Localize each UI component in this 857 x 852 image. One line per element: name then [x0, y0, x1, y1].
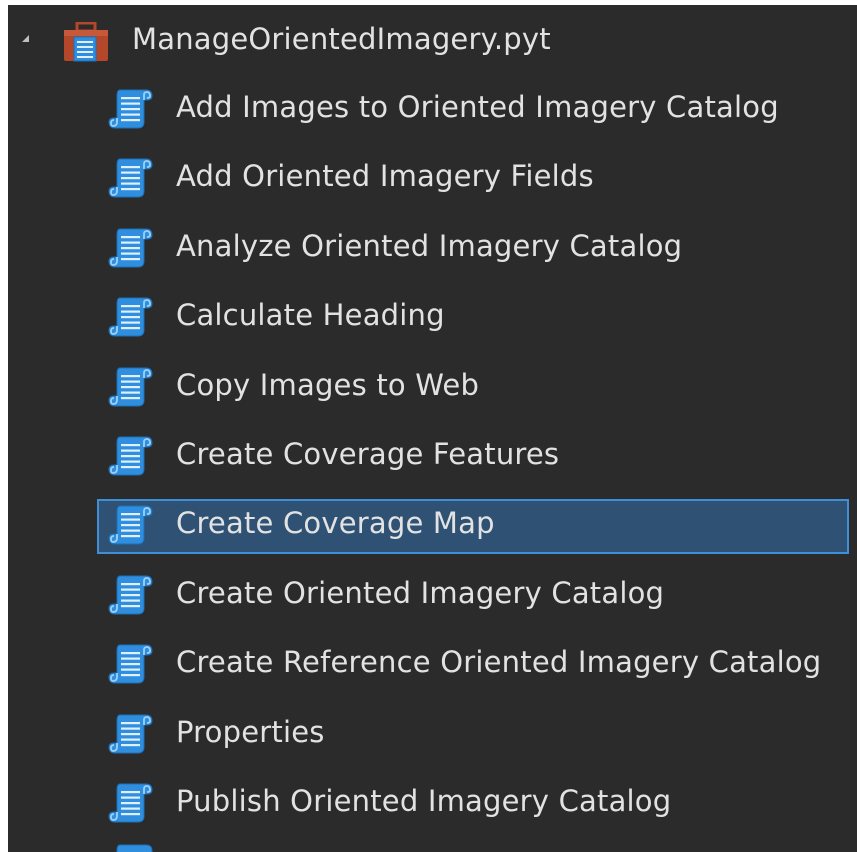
tool-item-add-images[interactable]: Add Images to Oriented Imagery Catalog — [8, 73, 857, 142]
python-script-icon — [106, 225, 156, 271]
toolbox-tree-node[interactable]: ManageOrientedImagery.pyt — [8, 5, 857, 73]
tool-item-label: Calculate Heading — [176, 298, 445, 333]
python-script-icon — [106, 502, 156, 548]
tool-item-label: Add Oriented Imagery Fields — [176, 159, 594, 194]
python-script-icon — [106, 641, 156, 687]
tool-item-copy-images[interactable]: Copy Images to Web — [8, 351, 857, 420]
tool-item-label: Create Oriented Imagery Catalog — [176, 575, 665, 610]
tool-item-label: Copy Images to Web — [176, 367, 480, 402]
toolbox-icon — [64, 22, 108, 62]
python-script-icon — [106, 572, 156, 618]
python-script-icon — [106, 780, 156, 826]
tool-item-create-coverage-features[interactable]: Create Coverage Features — [8, 420, 857, 489]
tool-item-properties[interactable]: Properties — [8, 698, 857, 767]
tool-item-label: Publish Oriented Imagery Catalog — [176, 783, 672, 818]
python-script-icon — [106, 364, 156, 410]
python-script-icon — [116, 844, 153, 852]
tool-item-analyze-catalog[interactable]: Analyze Oriented Imagery Catalog — [8, 212, 857, 281]
python-script-icon — [106, 294, 156, 340]
tool-item-label: Create Coverage Features — [176, 436, 560, 471]
tool-item-label: Add Images to Oriented Imagery Catalog — [176, 90, 779, 124]
python-script-icon — [106, 711, 156, 757]
tool-item-label: Analyze Oriented Imagery Catalog — [176, 228, 683, 263]
tool-item-create-coverage-map[interactable]: Create Coverage Map — [8, 489, 857, 558]
python-script-icon — [106, 433, 156, 479]
tool-item-publish-catalog[interactable]: Publish Oriented Imagery Catalog — [8, 767, 857, 836]
tool-item-label: Create Coverage Map — [176, 506, 495, 541]
tool-item-create-catalog[interactable]: Create Oriented Imagery Catalog — [8, 559, 857, 628]
tool-item-create-reference-catalog[interactable]: Create Reference Oriented Imagery Catalo… — [8, 628, 857, 697]
tool-item-calculate-heading[interactable]: Calculate Heading — [8, 281, 857, 350]
python-script-icon — [106, 86, 156, 132]
catalog-tree-panel: ManageOrientedImagery.pyt Add Images to … — [8, 5, 857, 852]
collapse-triangle-icon[interactable] — [22, 35, 29, 42]
toolbox-label: ManageOrientedImagery.pyt — [132, 22, 551, 56]
tool-item-label: Create Reference Oriented Imagery Catalo… — [176, 645, 822, 680]
python-script-icon — [106, 155, 156, 201]
tool-list: Add Images to Oriented Imagery Catalog A… — [8, 73, 857, 836]
tool-item-label: Properties — [176, 714, 325, 749]
tool-item-add-fields[interactable]: Add Oriented Imagery Fields — [8, 142, 857, 211]
